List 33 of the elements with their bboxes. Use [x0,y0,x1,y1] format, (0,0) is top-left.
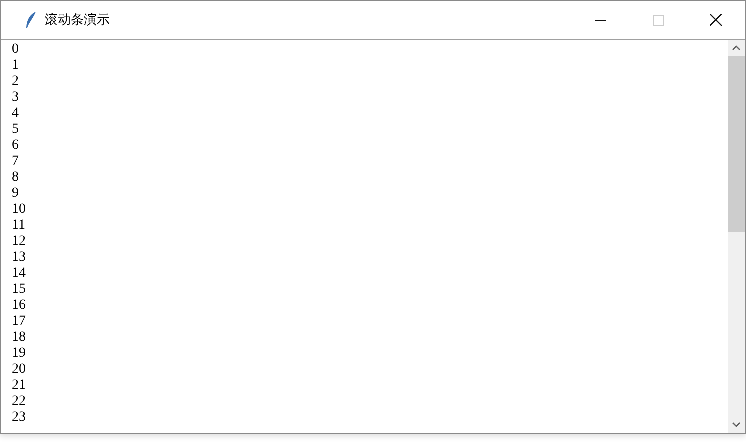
list-item[interactable]: 22 [10,394,26,410]
list-item[interactable]: 15 [10,282,26,298]
list-item[interactable]: 18 [10,330,26,346]
list-item[interactable]: 17 [10,314,26,330]
list-item[interactable]: 20 [10,362,26,378]
list-item[interactable]: 16 [10,298,26,314]
list-item[interactable]: 14 [10,266,26,282]
list-item[interactable]: 6 [10,138,19,154]
list-item[interactable]: 2 [10,74,19,90]
scrollbar[interactable] [728,40,745,433]
close-icon [710,14,722,26]
close-button[interactable] [687,1,745,39]
window-title: 滚动条演示 [45,12,111,29]
list-item[interactable]: 21 [10,378,26,394]
list-item[interactable]: 7 [10,154,19,170]
list-item[interactable]: 5 [10,122,19,138]
maximize-icon [652,14,664,26]
list-item[interactable]: 11 [10,218,26,234]
list-item[interactable]: 0 [10,42,19,58]
list-item[interactable]: 10 [10,202,26,218]
list-item[interactable]: 19 [10,346,26,362]
list-item[interactable]: 4 [10,106,19,122]
list-item[interactable]: 12 [10,234,26,250]
scrollbar-thumb[interactable] [728,56,745,232]
list-item[interactable]: 9 [10,186,19,202]
list-item[interactable]: 13 [10,250,26,266]
list-item[interactable]: 1 [10,58,19,74]
list-item[interactable]: 23 [10,410,26,426]
scroll-down-icon[interactable] [732,422,741,428]
list-item[interactable]: 8 [10,170,19,186]
list-item[interactable]: 3 [10,90,19,106]
scroll-up-icon[interactable] [732,45,741,51]
feather-icon [25,11,37,29]
